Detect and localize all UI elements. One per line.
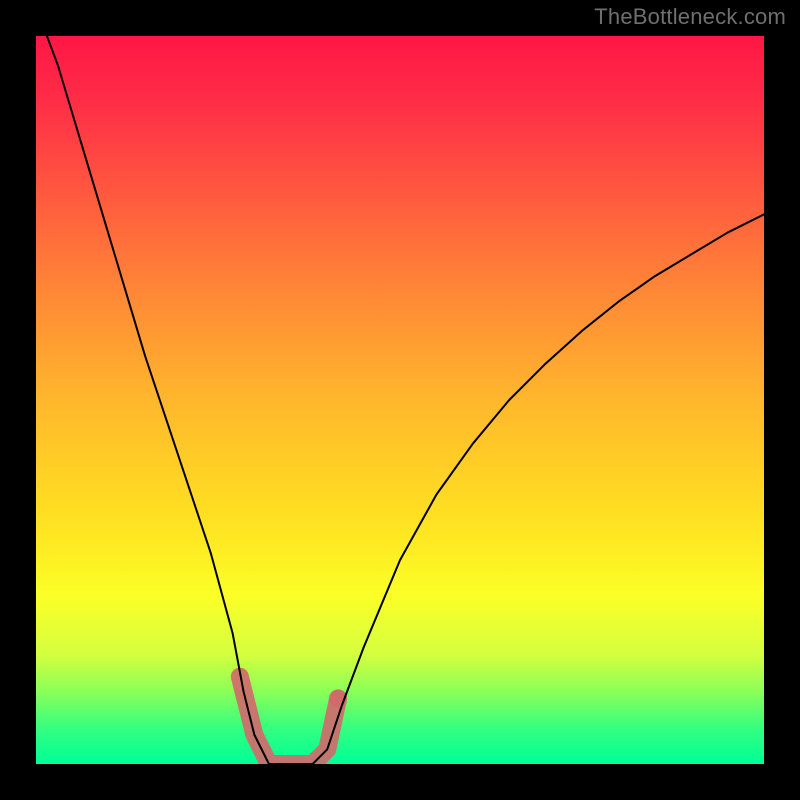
plot-area xyxy=(36,36,764,764)
chart-container: TheBottleneck.com xyxy=(0,0,800,800)
bottleneck-curve xyxy=(36,36,764,764)
overlay-svg xyxy=(36,36,764,764)
highlight-path xyxy=(240,677,338,764)
watermark-label: TheBottleneck.com xyxy=(594,4,786,30)
highlight-markers xyxy=(240,677,347,764)
